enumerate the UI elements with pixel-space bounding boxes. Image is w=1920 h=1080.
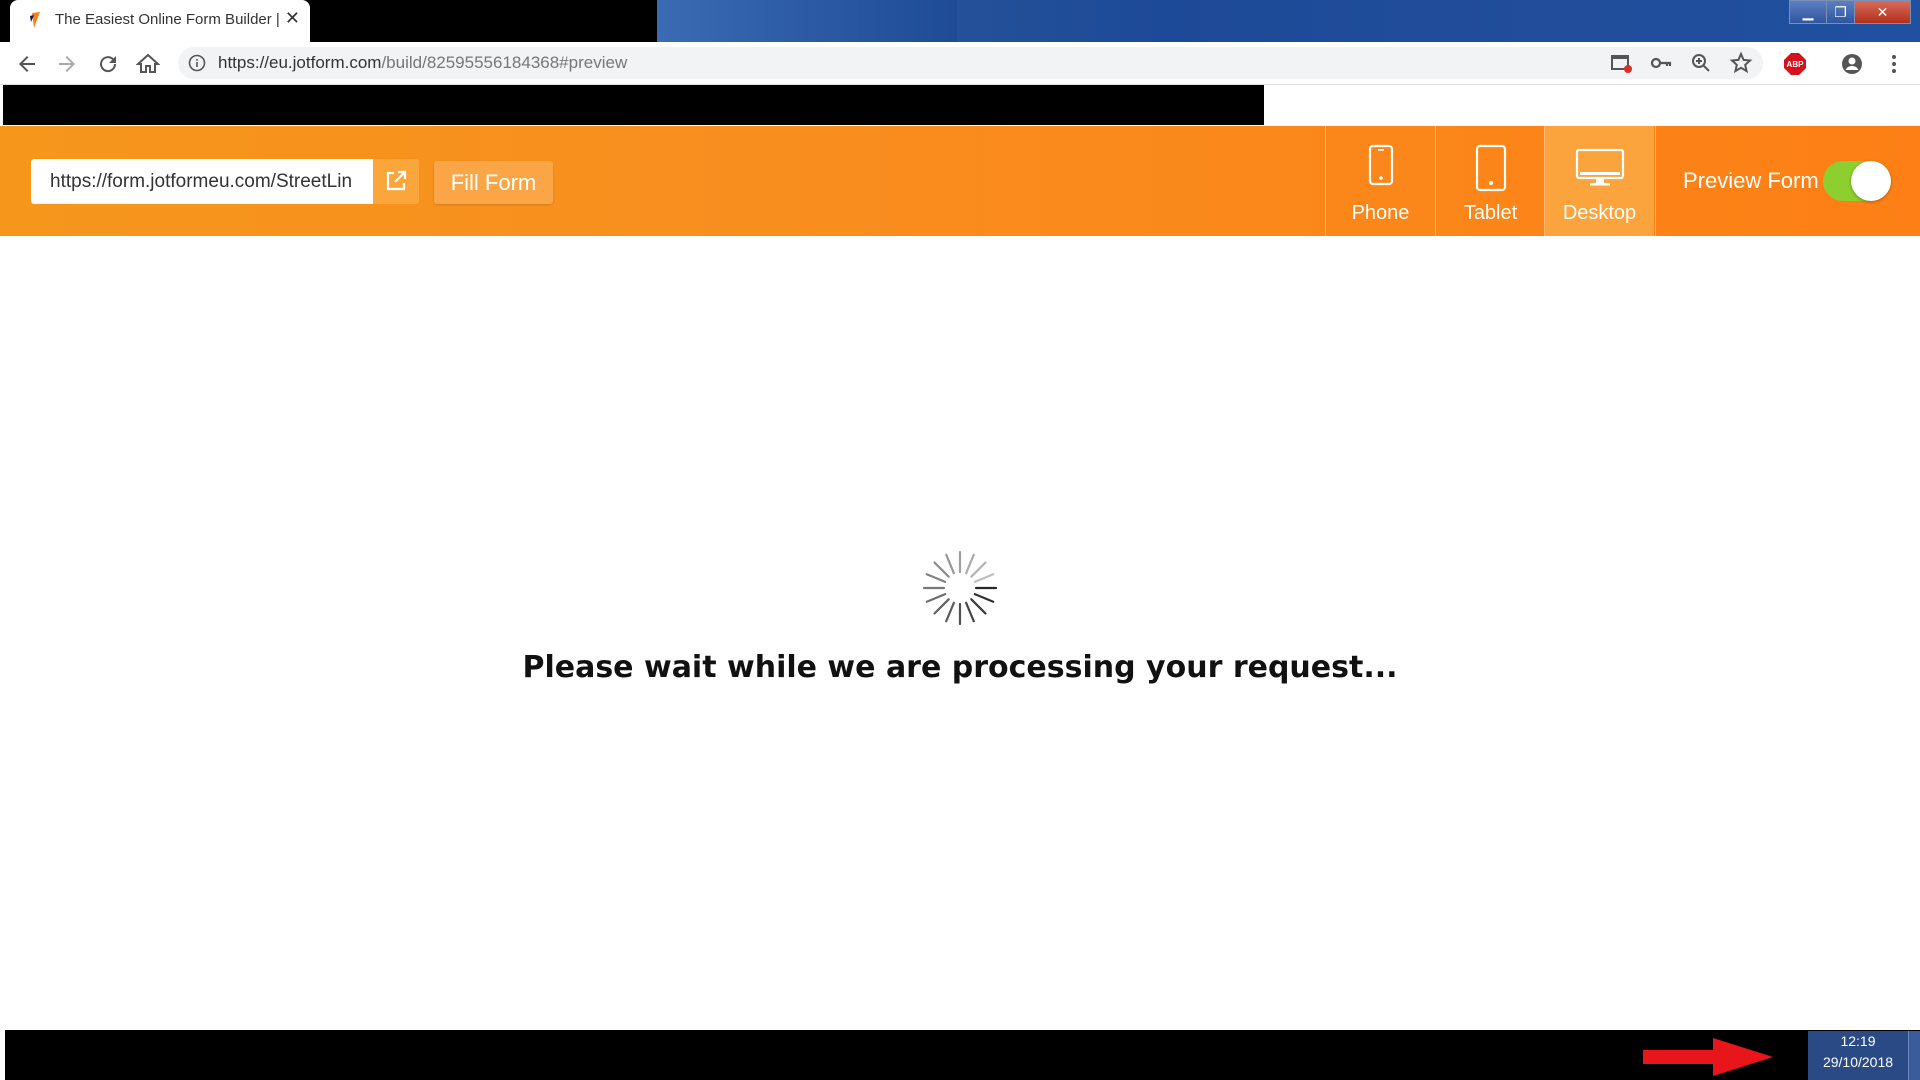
browser-toolbar: https://eu.jotform.com/build/82595556184… — [0, 42, 1920, 85]
adblock-plus-icon[interactable]: ABP — [1783, 52, 1807, 76]
form-url-input[interactable] — [31, 159, 370, 204]
spinner-spoke — [933, 561, 950, 578]
blocked-popup-icon[interactable] — [1609, 51, 1633, 75]
restore-button[interactable]: ❐ — [1826, 0, 1855, 24]
show-desktop-button[interactable] — [1908, 1031, 1920, 1080]
device-separator — [1655, 126, 1656, 236]
spinner-spoke — [945, 553, 955, 575]
device-desktop-button[interactable]: Desktop — [1545, 126, 1654, 236]
toggle-knob — [1851, 161, 1891, 201]
device-label: Tablet — [1463, 202, 1518, 224]
spinner-spoke — [973, 593, 995, 603]
account-avatar-icon[interactable] — [1840, 52, 1864, 76]
processing-message: Please wait while we are processing your… — [522, 650, 1398, 685]
tab-close-icon[interactable]: ✕ — [285, 9, 300, 27]
preview-form-toggle[interactable] — [1823, 161, 1891, 201]
fill-form-button[interactable]: Fill Form — [434, 161, 553, 204]
device-label: Desktop — [1562, 202, 1637, 224]
address-bar[interactable]: https://eu.jotform.com/build/82595556184… — [178, 47, 1763, 79]
loading-spinner-icon — [922, 550, 998, 626]
spinner-spoke — [965, 553, 975, 575]
bookmark-star-icon[interactable] — [1729, 51, 1753, 75]
spinner-spoke — [925, 593, 947, 603]
close-window-button[interactable]: ✕ — [1854, 0, 1911, 24]
device-label: Phone — [1351, 202, 1410, 224]
spinner-spoke — [965, 601, 975, 623]
forward-arrow-icon[interactable] — [55, 52, 79, 76]
browser-menu-icon[interactable] — [1882, 52, 1906, 76]
desktop-background-strip — [657, 0, 1920, 42]
spinner-spoke — [925, 573, 947, 583]
browser-tab[interactable]: The Easiest Online Form Builder | ✕ — [10, 0, 310, 42]
spinner-spoke — [945, 601, 955, 623]
preview-form-label: Preview Form — [1683, 168, 1819, 193]
key-icon[interactable] — [1649, 51, 1673, 75]
open-in-new-tab-button[interactable] — [373, 159, 419, 204]
redacted-bar — [3, 85, 1264, 125]
spinner-spoke — [970, 561, 987, 578]
clock-time: 12:19 — [1840, 1033, 1876, 1049]
desktop-monitor-icon — [1575, 148, 1624, 186]
reload-icon[interactable] — [96, 52, 120, 76]
jotform-favicon-icon — [30, 12, 40, 28]
taskbar-clock[interactable]: 12:19 29/10/2018 — [1808, 1031, 1908, 1080]
home-icon[interactable] — [136, 52, 160, 76]
spinner-spoke — [933, 598, 950, 615]
tab-title: The Easiest Online Form Builder | — [55, 11, 280, 28]
back-arrow-icon[interactable] — [15, 52, 39, 76]
address-url: https://eu.jotform.com/build/82595556184… — [218, 53, 627, 73]
spinner-spoke — [973, 573, 995, 583]
url-path: /build/82595556184368#preview — [381, 53, 628, 72]
preview-header: Fill Form Phone Tablet Desktop Preview F… — [0, 126, 1920, 236]
phone-icon — [1368, 144, 1393, 186]
clock-date: 29/10/2018 — [1822, 1054, 1894, 1070]
minimize-button[interactable]: ▁ — [1789, 0, 1827, 24]
tablet-icon — [1475, 144, 1506, 192]
taskbar — [5, 1030, 1920, 1080]
device-phone-button[interactable]: Phone — [1326, 126, 1435, 236]
svg-text:ABP: ABP — [1787, 60, 1805, 69]
zoom-icon[interactable] — [1689, 51, 1713, 75]
device-tablet-button[interactable]: Tablet — [1436, 126, 1545, 236]
form-url-field[interactable] — [31, 159, 373, 204]
url-host: https://eu.jotform.com — [218, 53, 382, 72]
spinner-spoke — [970, 598, 987, 615]
site-info-icon[interactable] — [188, 54, 206, 72]
external-link-icon — [386, 170, 407, 191]
red-arrow-annotation — [1643, 1038, 1773, 1076]
